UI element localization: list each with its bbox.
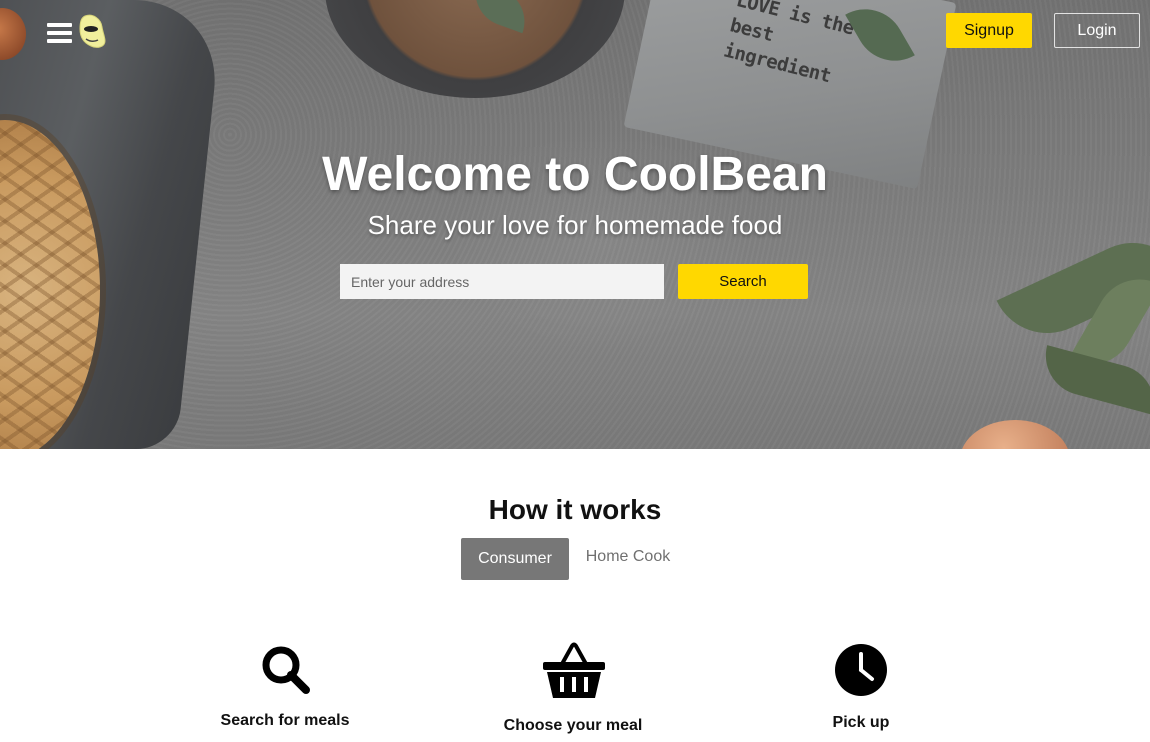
search-button[interactable]: Search	[678, 264, 808, 299]
clock-icon	[835, 644, 887, 696]
hero-subtitle: Share your love for homemade food	[367, 210, 783, 240]
hero-title: Welcome to CoolBean	[322, 148, 828, 201]
login-button[interactable]: Login	[1054, 13, 1140, 48]
bean-logo-icon[interactable]	[77, 13, 107, 49]
leaf-decoration	[845, 0, 915, 76]
herb-decoration	[1068, 263, 1150, 381]
tab-home-cook[interactable]: Home Cook	[576, 536, 680, 578]
apple-decoration	[0, 8, 26, 60]
hamburger-menu-icon[interactable]	[47, 22, 73, 44]
basket-icon	[543, 642, 605, 698]
address-input[interactable]	[340, 264, 664, 299]
tab-consumer[interactable]: Consumer	[461, 538, 569, 580]
hero-banner: LOVE is the best ingredient Signup Login…	[0, 0, 1150, 449]
magnifier-icon	[262, 646, 310, 694]
leaf-decoration	[465, 0, 535, 34]
napkin-print: LOVE is the best ingredient	[721, 0, 886, 101]
step-label-search: Search for meals	[220, 712, 350, 729]
plate-decoration	[325, 0, 625, 98]
step-label-pickup: Pick up	[832, 714, 890, 731]
apple-decoration	[960, 420, 1070, 449]
herb-decoration	[1036, 345, 1150, 415]
napkin-text-line2: best ingredient	[721, 14, 833, 88]
signup-button[interactable]: Signup	[946, 13, 1032, 48]
napkin-text-line1: LOVE is the	[734, 0, 857, 40]
step-label-choose: Choose your meal	[503, 717, 643, 734]
section-title: How it works	[488, 494, 662, 525]
herb-decoration	[996, 224, 1150, 352]
